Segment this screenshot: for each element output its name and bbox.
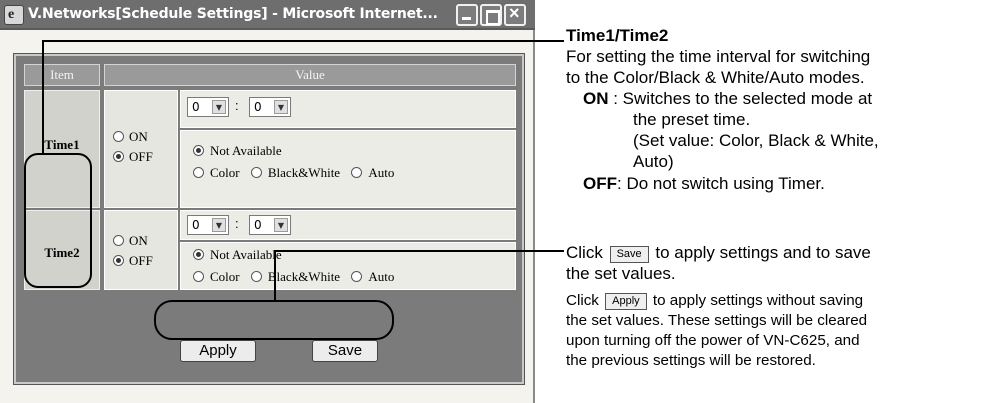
- time2-mode-not-available[interactable]: Not Available: [193, 247, 282, 263]
- radio-icon[interactable]: [113, 131, 124, 142]
- time1-off-radio[interactable]: OFF: [113, 149, 153, 165]
- time-separator: :: [235, 216, 239, 231]
- radio-icon[interactable]: [351, 271, 363, 282]
- chevron-down-icon[interactable]: ▼: [212, 218, 226, 232]
- radio-checked-icon[interactable]: [113, 151, 124, 162]
- radio-checked-icon[interactable]: [193, 145, 204, 156]
- leader-line-time: [42, 40, 44, 154]
- leader-line-buttons-h: [274, 250, 564, 252]
- annotation-on-row: ON : Switches to the selected mode at: [583, 88, 872, 109]
- radio-checked-icon[interactable]: [113, 255, 124, 266]
- on-desc-4: Auto): [633, 152, 674, 171]
- time1-mode-options: Color Black&White Auto: [193, 165, 394, 181]
- annotation-save-row: Click Save to apply settings and to save: [566, 243, 871, 263]
- mode-bw-label[interactable]: Black&White: [268, 165, 340, 180]
- header-item: Item: [24, 64, 100, 86]
- mode-auto-label[interactable]: Auto: [368, 165, 394, 180]
- radio-icon[interactable]: [351, 167, 363, 178]
- radio-icon[interactable]: [113, 235, 124, 246]
- chevron-down-icon[interactable]: ▼: [274, 218, 288, 232]
- radio-icon[interactable]: [250, 167, 262, 178]
- mode-auto-label[interactable]: Auto: [368, 269, 394, 284]
- annotation-apply-4: the previous settings will be restored.: [566, 352, 816, 369]
- item-label-time1: Time1: [44, 137, 80, 152]
- time1-time-cell: 0 ▼ : 0 ▼: [180, 90, 516, 128]
- annotation-intro-2: to the Color/Black & White/Auto modes.: [566, 68, 865, 87]
- time2-minute-select[interactable]: 0 ▼: [249, 215, 291, 235]
- title-bar[interactable]: e V.Networks[Schedule Settings] - Micros…: [0, 0, 535, 30]
- close-icon[interactable]: ×: [504, 3, 526, 26]
- radio-icon[interactable]: [193, 167, 204, 178]
- time2-off-radio[interactable]: OFF: [113, 253, 153, 269]
- annotation-apply-2: the set values. These settings will be c…: [566, 312, 868, 329]
- time2-mode-options: Color Black&White Auto: [193, 269, 394, 285]
- leader-line-time-h: [42, 40, 564, 42]
- window-title: V.Networks[Schedule Settings] - Microsof…: [28, 6, 438, 22]
- apply-button-ref: Apply: [605, 293, 647, 310]
- time-separator: :: [235, 98, 239, 113]
- apply-button[interactable]: Apply: [180, 340, 256, 362]
- ie-browser-icon: e: [4, 5, 24, 25]
- time2-time-cell: 0 ▼ : 0 ▼: [180, 210, 516, 240]
- annotation-save-2: the set values.: [566, 264, 676, 283]
- radio-icon[interactable]: [193, 271, 204, 282]
- off-key: OFF: [583, 174, 617, 193]
- onoff-cell-time2: ON OFF: [104, 210, 178, 290]
- header-value: Value: [104, 64, 516, 86]
- time1-mode-not-available[interactable]: Not Available: [193, 143, 282, 159]
- time2-hour-select[interactable]: 0 ▼: [187, 215, 229, 235]
- callout-buttons: [154, 300, 394, 340]
- annotation-apply-row: Click Apply to apply settings without sa…: [566, 292, 864, 310]
- mode-color-label[interactable]: Color: [210, 269, 240, 284]
- on-desc-2: the preset time.: [633, 110, 751, 129]
- annotation-apply-3: upon turning off the power of VN-C625, a…: [566, 332, 860, 349]
- radio-checked-icon[interactable]: [193, 249, 204, 260]
- radio-icon[interactable]: [250, 271, 262, 282]
- annotation-title: Time1/Time2: [566, 26, 669, 45]
- callout-time-items: [24, 153, 92, 288]
- minimize-icon[interactable]: [456, 4, 478, 26]
- chevron-down-icon[interactable]: ▼: [274, 100, 288, 114]
- mode-color-label[interactable]: Color: [210, 165, 240, 180]
- time1-hour-select[interactable]: 0 ▼: [187, 97, 229, 117]
- on-desc-1: : Switches to the selected mode at: [613, 89, 873, 108]
- save-button[interactable]: Save: [312, 340, 378, 362]
- annotation-off-row: OFF: Do not switch using Timer.: [583, 173, 825, 194]
- time1-on-radio[interactable]: ON: [113, 129, 148, 145]
- time1-minute-select[interactable]: 0 ▼: [249, 97, 291, 117]
- on-desc-3: (Set value: Color, Black & White,: [633, 131, 879, 150]
- leader-line-buttons: [274, 250, 276, 302]
- off-desc: : Do not switch using Timer.: [617, 174, 825, 193]
- onoff-cell-time1: ON OFF: [104, 90, 178, 208]
- maximize-icon[interactable]: [480, 4, 502, 26]
- save-button-ref: Save: [609, 246, 649, 263]
- on-key: ON: [583, 89, 609, 108]
- annotation-intro-1: For setting the time interval for switch…: [566, 47, 871, 66]
- time1-mode-cell: Not Available Color Black&White Auto: [180, 130, 516, 208]
- chevron-down-icon[interactable]: ▼: [212, 100, 226, 114]
- time2-on-radio[interactable]: ON: [113, 233, 148, 249]
- mode-bw-label[interactable]: Black&White: [268, 269, 340, 284]
